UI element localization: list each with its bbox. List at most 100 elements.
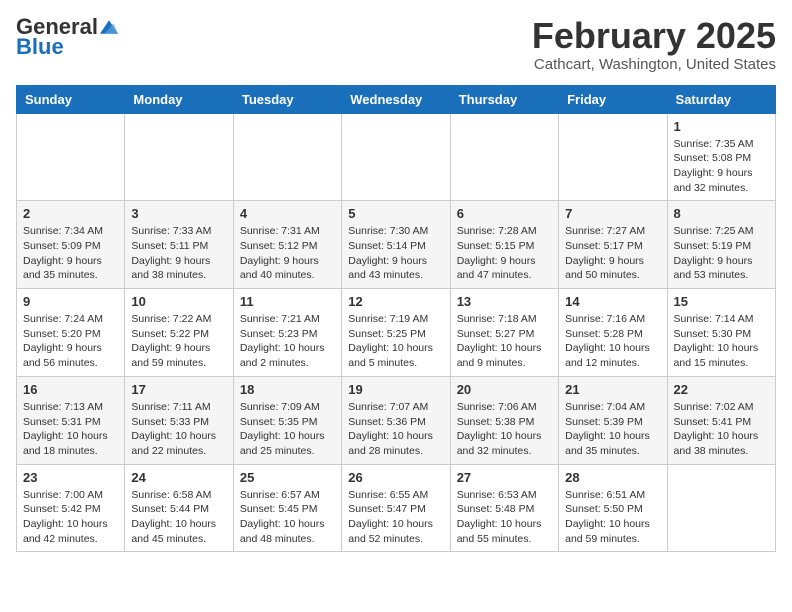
calendar-cell: 13 Sunrise: 7:18 AMSunset: 5:27 PMDayligh… (450, 289, 558, 377)
day-number: 12 (348, 294, 443, 309)
calendar-cell: 7 Sunrise: 7:27 AMSunset: 5:17 PMDaylight… (559, 201, 667, 289)
title-block: February 2025 Cathcart, Washington, Unit… (532, 16, 776, 73)
calendar-cell (125, 113, 233, 201)
day-number: 11 (240, 294, 335, 309)
weekday-header-saturday: Saturday (667, 85, 775, 113)
calendar-cell: 4 Sunrise: 7:31 AMSunset: 5:12 PMDaylight… (233, 201, 341, 289)
day-number: 9 (23, 294, 118, 309)
day-number: 21 (565, 382, 660, 397)
calendar-cell (342, 113, 450, 201)
calendar-cell: 5 Sunrise: 7:30 AMSunset: 5:14 PMDaylight… (342, 201, 450, 289)
calendar-cell: 27 Sunrise: 6:53 AMSunset: 5:48 PMDayligh… (450, 464, 558, 552)
cell-sun-info: Sunrise: 7:13 AMSunset: 5:31 PMDaylight:… (23, 400, 118, 459)
cell-sun-info: Sunrise: 7:25 AMSunset: 5:19 PMDaylight:… (674, 224, 769, 283)
day-number: 6 (457, 206, 552, 221)
day-number: 1 (674, 119, 769, 134)
week-row-2: 2 Sunrise: 7:34 AMSunset: 5:09 PMDaylight… (17, 201, 776, 289)
calendar-cell: 16 Sunrise: 7:13 AMSunset: 5:31 PMDayligh… (17, 376, 125, 464)
cell-sun-info: Sunrise: 7:02 AMSunset: 5:41 PMDaylight:… (674, 400, 769, 459)
cell-sun-info: Sunrise: 7:00 AMSunset: 5:42 PMDaylight:… (23, 488, 118, 547)
calendar-cell: 3 Sunrise: 7:33 AMSunset: 5:11 PMDaylight… (125, 201, 233, 289)
calendar-cell: 26 Sunrise: 6:55 AMSunset: 5:47 PMDayligh… (342, 464, 450, 552)
calendar-cell: 17Sunrise: 7:11 AMSunset: 5:33 PMDayligh… (125, 376, 233, 464)
cell-sun-info: Sunrise: 7:07 AMSunset: 5:36 PMDaylight:… (348, 400, 443, 459)
cell-sun-info: Sunrise: 7:35 AMSunset: 5:08 PMDaylight:… (674, 137, 769, 196)
calendar-cell: 25 Sunrise: 6:57 AMSunset: 5:45 PMDayligh… (233, 464, 341, 552)
day-number: 20 (457, 382, 552, 397)
day-number: 4 (240, 206, 335, 221)
day-number: 7 (565, 206, 660, 221)
calendar-cell (559, 113, 667, 201)
calendar-cell: 10 Sunrise: 7:22 AMSunset: 5:22 PMDayligh… (125, 289, 233, 377)
calendar-cell: 11 Sunrise: 7:21 AMSunset: 5:23 PMDayligh… (233, 289, 341, 377)
day-number: 27 (457, 470, 552, 485)
weekday-header-monday: Monday (125, 85, 233, 113)
day-number: 23 (23, 470, 118, 485)
weekday-header-wednesday: Wednesday (342, 85, 450, 113)
cell-sun-info: Sunrise: 7:11 AMSunset: 5:33 PMDaylight:… (131, 400, 226, 459)
calendar-cell: 9Sunrise: 7:24 AMSunset: 5:20 PMDaylight… (17, 289, 125, 377)
calendar-cell: 24 Sunrise: 6:58 AMSunset: 5:44 PMDayligh… (125, 464, 233, 552)
day-number: 25 (240, 470, 335, 485)
calendar-cell: 12 Sunrise: 7:19 AMSunset: 5:25 PMDayligh… (342, 289, 450, 377)
cell-sun-info: Sunrise: 7:28 AMSunset: 5:15 PMDaylight:… (457, 224, 552, 283)
day-number: 5 (348, 206, 443, 221)
cell-sun-info: Sunrise: 7:16 AMSunset: 5:28 PMDaylight:… (565, 312, 660, 371)
cell-sun-info: Sunrise: 7:27 AMSunset: 5:17 PMDaylight:… (565, 224, 660, 283)
cell-sun-info: Sunrise: 7:09 AMSunset: 5:35 PMDaylight:… (240, 400, 335, 459)
calendar-cell: 23 Sunrise: 7:00 AMSunset: 5:42 PMDayligh… (17, 464, 125, 552)
day-number: 2 (23, 206, 118, 221)
location-text: Cathcart, Washington, United States (532, 56, 776, 73)
cell-sun-info: Sunrise: 7:30 AMSunset: 5:14 PMDaylight:… (348, 224, 443, 283)
day-number: 26 (348, 470, 443, 485)
weekday-header-row: SundayMondayTuesdayWednesdayThursdayFrid… (17, 85, 776, 113)
calendar-cell: 21 Sunrise: 7:04 AMSunset: 5:39 PMDayligh… (559, 376, 667, 464)
calendar-cell: 19 Sunrise: 7:07 AMSunset: 5:36 PMDayligh… (342, 376, 450, 464)
cell-sun-info: Sunrise: 7:04 AMSunset: 5:39 PMDaylight:… (565, 400, 660, 459)
calendar-cell (667, 464, 775, 552)
day-number: 18 (240, 382, 335, 397)
logo: General Blue (16, 16, 118, 60)
cell-sun-info: Sunrise: 7:06 AMSunset: 5:38 PMDaylight:… (457, 400, 552, 459)
weekday-header-tuesday: Tuesday (233, 85, 341, 113)
cell-sun-info: Sunrise: 7:14 AMSunset: 5:30 PMDaylight:… (674, 312, 769, 371)
calendar-cell: 22 Sunrise: 7:02 AMSunset: 5:41 PMDayligh… (667, 376, 775, 464)
cell-sun-info: Sunrise: 7:22 AMSunset: 5:22 PMDaylight:… (131, 312, 226, 371)
calendar-cell: 20 Sunrise: 7:06 AMSunset: 5:38 PMDayligh… (450, 376, 558, 464)
page-header: General Blue February 2025 Cathcart, Was… (16, 16, 776, 73)
cell-sun-info: Sunrise: 7:31 AMSunset: 5:12 PMDaylight:… (240, 224, 335, 283)
day-number: 19 (348, 382, 443, 397)
cell-sun-info: Sunrise: 7:19 AMSunset: 5:25 PMDaylight:… (348, 312, 443, 371)
calendar-table: SundayMondayTuesdayWednesdayThursdayFrid… (16, 85, 776, 553)
month-title: February 2025 (532, 16, 776, 56)
day-number: 13 (457, 294, 552, 309)
day-number: 10 (131, 294, 226, 309)
cell-sun-info: Sunrise: 7:34 AMSunset: 5:09 PMDaylight:… (23, 224, 118, 283)
cell-sun-info: Sunrise: 7:21 AMSunset: 5:23 PMDaylight:… (240, 312, 335, 371)
day-number: 3 (131, 206, 226, 221)
calendar-cell: 14Sunrise: 7:16 AMSunset: 5:28 PMDayligh… (559, 289, 667, 377)
calendar-cell: 2 Sunrise: 7:34 AMSunset: 5:09 PMDaylight… (17, 201, 125, 289)
cell-sun-info: Sunrise: 7:18 AMSunset: 5:27 PMDaylight:… (457, 312, 552, 371)
calendar-cell (233, 113, 341, 201)
week-row-5: 23 Sunrise: 7:00 AMSunset: 5:42 PMDayligh… (17, 464, 776, 552)
day-number: 24 (131, 470, 226, 485)
calendar-cell (17, 113, 125, 201)
calendar-cell: 6 Sunrise: 7:28 AMSunset: 5:15 PMDaylight… (450, 201, 558, 289)
cell-sun-info: Sunrise: 6:58 AMSunset: 5:44 PMDaylight:… (131, 488, 226, 547)
cell-sun-info: Sunrise: 6:57 AMSunset: 5:45 PMDaylight:… (240, 488, 335, 547)
logo-icon (100, 18, 118, 36)
cell-sun-info: Sunrise: 6:55 AMSunset: 5:47 PMDaylight:… (348, 488, 443, 547)
week-row-3: 9Sunrise: 7:24 AMSunset: 5:20 PMDaylight… (17, 289, 776, 377)
weekday-header-friday: Friday (559, 85, 667, 113)
week-row-4: 16 Sunrise: 7:13 AMSunset: 5:31 PMDayligh… (17, 376, 776, 464)
logo-blue-text: Blue (16, 34, 64, 60)
weekday-header-sunday: Sunday (17, 85, 125, 113)
day-number: 22 (674, 382, 769, 397)
cell-sun-info: Sunrise: 7:33 AMSunset: 5:11 PMDaylight:… (131, 224, 226, 283)
calendar-cell: 18 Sunrise: 7:09 AMSunset: 5:35 PMDayligh… (233, 376, 341, 464)
week-row-1: 1 Sunrise: 7:35 AMSunset: 5:08 PMDaylight… (17, 113, 776, 201)
day-number: 16 (23, 382, 118, 397)
calendar-cell: 1 Sunrise: 7:35 AMSunset: 5:08 PMDaylight… (667, 113, 775, 201)
cell-sun-info: Sunrise: 6:53 AMSunset: 5:48 PMDaylight:… (457, 488, 552, 547)
